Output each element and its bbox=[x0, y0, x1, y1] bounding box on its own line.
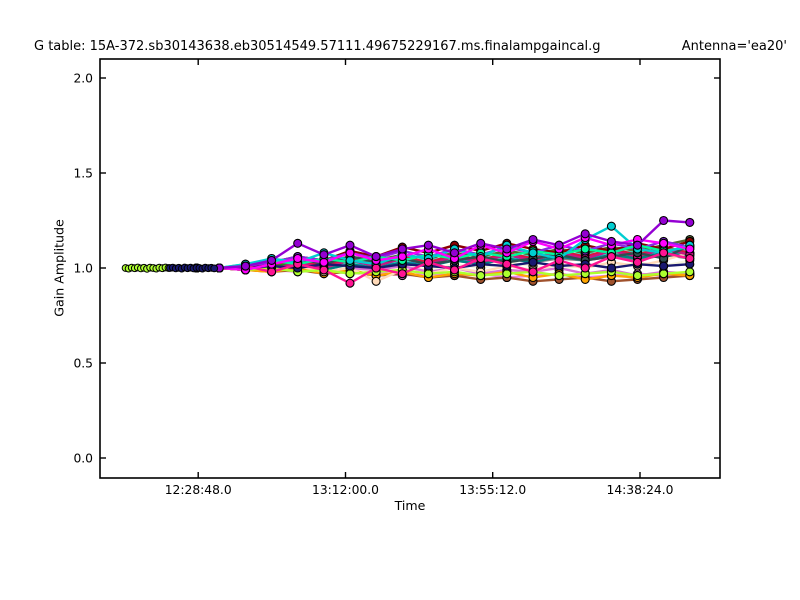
series-marker-navy-main bbox=[660, 262, 668, 270]
series-marker-magenta bbox=[346, 249, 354, 257]
series-marker-darkviolet bbox=[451, 249, 459, 257]
series-marker-darkviolet bbox=[529, 236, 537, 244]
series-marker-darkviolet bbox=[581, 230, 589, 238]
y-tick-label: 0.0 bbox=[73, 451, 93, 465]
series-marker-darkturquoise bbox=[529, 249, 537, 257]
series-marker-magenta bbox=[660, 239, 668, 247]
series-marker-deeppink bbox=[581, 264, 589, 272]
cluster-marker-startup-navy bbox=[211, 265, 218, 272]
series-marker-greenyellow-main bbox=[346, 270, 354, 278]
series-marker-magenta bbox=[686, 245, 694, 253]
series-marker-deeppink bbox=[503, 260, 511, 268]
series-marker-greenyellow-main bbox=[503, 270, 511, 278]
series-marker-darkviolet bbox=[686, 218, 694, 226]
series-marker-deeppink bbox=[686, 255, 694, 263]
series-marker-deeppink bbox=[451, 266, 459, 274]
x-tick-label: 14:38:24.0 bbox=[607, 483, 674, 497]
series-marker-darkviolet bbox=[346, 241, 354, 249]
series-marker-mediumspringgreen bbox=[581, 245, 589, 253]
series-marker-darkturquoise bbox=[607, 222, 615, 230]
series-marker-greenyellow-main bbox=[634, 272, 642, 280]
series-marker-deeppink bbox=[555, 256, 563, 264]
series-marker-darkviolet bbox=[477, 239, 485, 247]
series-marker-deeppink bbox=[607, 253, 615, 261]
x-tick-label: 13:12:00.0 bbox=[312, 483, 379, 497]
series-marker-navy-main bbox=[529, 258, 537, 266]
series-marker-deeppink bbox=[268, 268, 276, 276]
series-marker-deeppink bbox=[372, 264, 380, 272]
series-marker-darkviolet bbox=[268, 256, 276, 264]
x-tick-label: 13:55:12.0 bbox=[459, 483, 526, 497]
series-marker-darkviolet bbox=[607, 237, 615, 245]
series-marker-darkviolet bbox=[424, 241, 432, 249]
series-marker-deeppink bbox=[424, 258, 432, 266]
series-marker-magenta bbox=[294, 255, 302, 263]
y-tick-label: 1.5 bbox=[73, 166, 93, 180]
series-marker-greenyellow-main bbox=[686, 268, 694, 276]
y-tick-label: 1.0 bbox=[73, 261, 93, 275]
y-tick-label: 2.0 bbox=[73, 71, 93, 85]
series-marker-deeppink bbox=[634, 258, 642, 266]
series-marker-darkviolet bbox=[372, 253, 380, 261]
series-marker-deeppink bbox=[477, 255, 485, 263]
series-marker-greenyellow-main bbox=[660, 270, 668, 278]
series-marker-darkviolet bbox=[555, 241, 563, 249]
y-tick-label: 0.5 bbox=[73, 356, 93, 370]
series-marker-greenyellow-main bbox=[477, 272, 485, 280]
series-marker-deeppink bbox=[346, 279, 354, 287]
series-marker-darkviolet bbox=[660, 217, 668, 225]
series-marker-darkviolet bbox=[398, 245, 406, 253]
series-marker-peachpuff bbox=[372, 277, 380, 285]
series-marker-deeppink bbox=[529, 268, 537, 276]
series-marker-darkturquoise bbox=[346, 256, 354, 264]
series-marker-deeppink bbox=[398, 270, 406, 278]
series-marker-darkviolet bbox=[320, 251, 328, 259]
gain-amplitude-plot: 12:28:48.0 13:12:00.0 13:55:12.0 14:38:24.0… bbox=[0, 0, 800, 600]
series-marker-deeppink bbox=[320, 266, 328, 274]
series-marker-darkviolet bbox=[294, 239, 302, 247]
figure: G table: 15A-372.sb30143638.eb30514549.5… bbox=[0, 0, 800, 600]
series-marker-deeppink bbox=[660, 249, 668, 257]
series-marker-darkviolet bbox=[503, 245, 511, 253]
series-marker-magenta bbox=[398, 253, 406, 261]
series-marker-greenyellow-main bbox=[424, 270, 432, 278]
series-marker-magenta bbox=[320, 258, 328, 266]
x-tick-label: 12:28:48.0 bbox=[165, 483, 232, 497]
series-marker-greenyellow-main bbox=[555, 272, 563, 280]
series-marker-darkviolet bbox=[634, 241, 642, 249]
series-marker-navy-main bbox=[607, 264, 615, 272]
series-marker-darkviolet bbox=[242, 262, 250, 270]
